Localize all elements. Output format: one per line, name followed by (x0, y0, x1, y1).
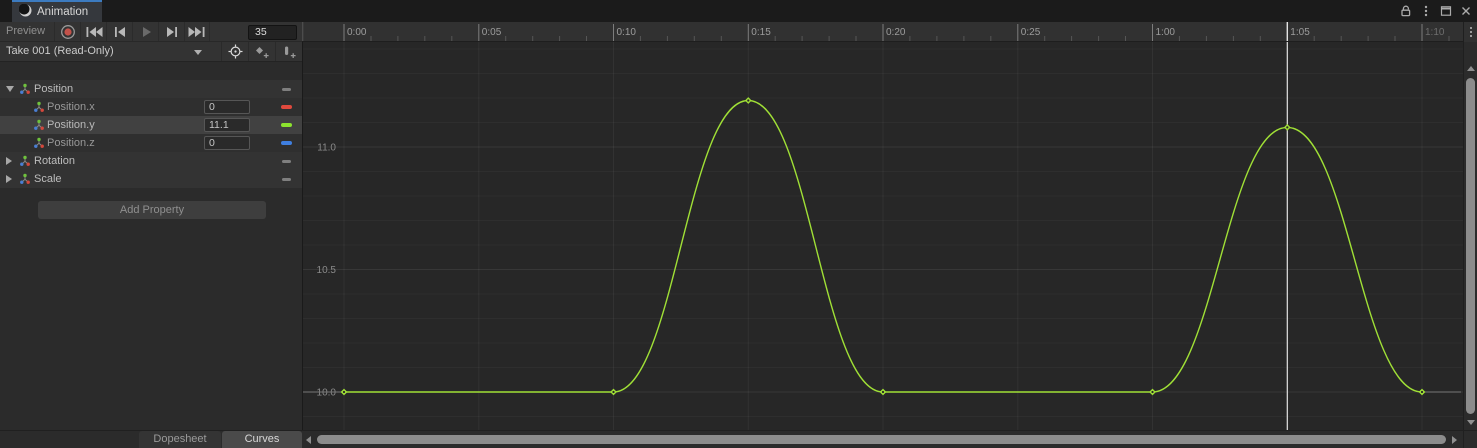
transform-icon (33, 119, 45, 131)
svg-text:1:10: 1:10 (1425, 27, 1445, 38)
unlock-icon[interactable] (1397, 3, 1414, 19)
curve-color-indicator (281, 105, 292, 109)
svg-text:0:20: 0:20 (886, 27, 906, 38)
svg-text:0:15: 0:15 (751, 27, 771, 38)
keyframe-center (747, 99, 749, 101)
view-tabs: DopesheetCurves (0, 431, 302, 448)
scroll-down-arrow[interactable] (1467, 420, 1475, 425)
window-controls (1397, 3, 1474, 19)
add-keyframe-button[interactable] (248, 42, 275, 61)
svg-text:0:10: 0:10 (617, 27, 637, 38)
kebab-menu-icon[interactable] (1417, 3, 1434, 19)
tab-title: Animation (37, 6, 88, 18)
property-list: PositionPosition.x0Position.y11.1Positio… (0, 62, 302, 430)
keyframe-center (1151, 391, 1153, 393)
scroll-up-arrow[interactable] (1467, 66, 1475, 71)
current-frame-field[interactable]: 35 (248, 25, 297, 40)
vertical-scroll-thumb[interactable] (1466, 78, 1475, 414)
svg-text:10.0: 10.0 (317, 388, 337, 399)
tab-curves[interactable]: Curves (222, 431, 302, 448)
transform-icon (19, 83, 31, 95)
svg-text:1:05: 1:05 (1290, 27, 1310, 38)
svg-text:10.5: 10.5 (317, 265, 337, 276)
add-event-button[interactable] (275, 42, 302, 61)
property-label: Scale (34, 170, 62, 188)
tab-dopesheet[interactable]: Dopesheet (139, 431, 221, 448)
keyframe-center (882, 391, 884, 393)
go-to-last-key-button[interactable] (184, 22, 210, 41)
property-row-position-y[interactable]: Position.y 11.1 (0, 116, 302, 134)
property-value-field[interactable]: 0 (204, 136, 250, 150)
maximize-icon[interactable] (1437, 3, 1454, 19)
vertical-scrollbar (1463, 22, 1477, 430)
transform-icon (33, 101, 45, 113)
property-value-field[interactable]: 11.1 (204, 118, 250, 132)
horizontal-scroll-thumb[interactable] (317, 435, 1446, 444)
next-key-button[interactable] (158, 22, 184, 41)
ruler-corner-menu[interactable] (1464, 22, 1477, 42)
record-button[interactable] (54, 22, 80, 41)
play-button[interactable] (132, 22, 158, 41)
close-icon[interactable] (1457, 3, 1474, 19)
property-label: Position (34, 80, 73, 98)
go-to-first-key-button[interactable] (80, 22, 106, 41)
property-label: Position.y (47, 116, 95, 134)
tab-animation[interactable]: Animation (12, 0, 102, 22)
svg-text:0:25: 0:25 (1021, 27, 1041, 38)
property-row-position-z[interactable]: Position.z 0 (0, 134, 302, 152)
property-label: Position.z (47, 134, 95, 152)
property-value-field[interactable]: 0 (204, 100, 250, 114)
curve-editor-area[interactable]: 11.0 10.5 10.0 (302, 42, 1463, 430)
curve-color-indicator (281, 141, 292, 145)
curve-color-indicator (282, 160, 291, 163)
disclosure-triangle-icon[interactable] (6, 86, 14, 92)
property-row-position[interactable]: Position (0, 80, 302, 98)
scroll-right-arrow[interactable] (1452, 436, 1457, 444)
chevron-down-icon (194, 50, 202, 55)
property-row-rotation[interactable]: Rotation (0, 152, 302, 170)
clip-dropdown[interactable]: Take 001 (Read-Only) (0, 42, 212, 62)
transform-icon (19, 155, 31, 167)
transform-icon (19, 173, 31, 185)
keyframe-center (343, 391, 345, 393)
svg-text:0:00: 0:00 (347, 27, 367, 38)
property-label: Rotation (34, 152, 75, 170)
keyframe-center (1421, 391, 1423, 393)
svg-text:11.0: 11.0 (317, 143, 336, 154)
curve-color-indicator (282, 88, 291, 91)
svg-text:1:00: 1:00 (1156, 27, 1176, 38)
crosshair-circle-button[interactable] (221, 42, 248, 61)
disclosure-triangle-icon[interactable] (6, 157, 12, 165)
clip-toolbar: Take 001 (Read-Only) (0, 42, 302, 62)
window-tab-bar: Animation (0, 0, 1477, 22)
preview-toggle[interactable]: Preview (0, 22, 54, 41)
keyframe-center (1286, 126, 1288, 128)
add-property-button[interactable]: Add Property (38, 201, 266, 219)
svg-text:0:05: 0:05 (482, 27, 502, 38)
property-label: Position.x (47, 98, 95, 116)
kebab-dots-icon (1470, 27, 1472, 37)
curve-color-indicator (282, 178, 291, 181)
disclosure-triangle-icon[interactable] (6, 175, 12, 183)
scrollbar-corner (1463, 431, 1477, 448)
transform-icon (33, 137, 45, 149)
animation-clock-icon (19, 4, 32, 20)
animation-window: Animation Preview 35 Take 001 (Read-Only… (0, 0, 1477, 448)
keyframe-center (612, 391, 614, 393)
previous-key-button[interactable] (106, 22, 132, 41)
property-row-position-x[interactable]: Position.x 0 (0, 98, 302, 116)
curve-color-indicator (281, 123, 292, 127)
timeline-ruler[interactable]: 0:00 0:05 0:10 0:15 0:20 0:25 1:00 1:05 1:10 (302, 22, 1463, 42)
clip-name: Take 001 (Read-Only) (6, 42, 114, 61)
property-row-scale[interactable]: Scale (0, 170, 302, 188)
scroll-left-arrow[interactable] (306, 436, 311, 444)
bottom-bar: DopesheetCurves (0, 430, 1477, 448)
